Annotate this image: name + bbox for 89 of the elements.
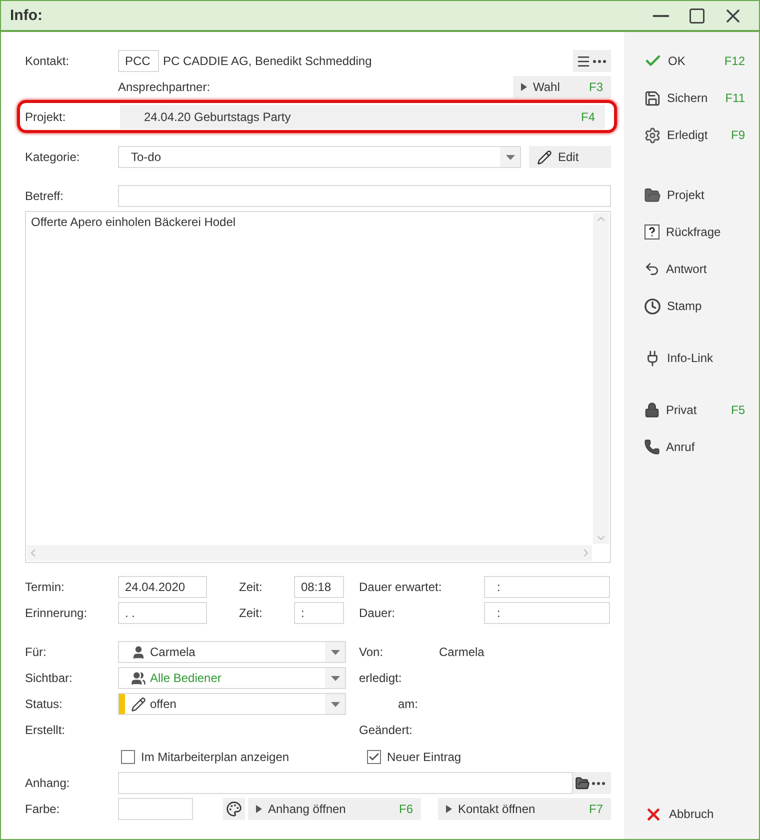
folder-icon	[575, 776, 590, 790]
field-label: Zeit:	[239, 580, 264, 594]
sidebar-button[interactable]: Sichern F11	[644, 87, 745, 109]
choose-button[interactable]: Wahl F3	[513, 76, 611, 98]
field-label: Sichtbar:	[25, 671, 74, 685]
contact-name: PC CADDIE AG, Benedikt Schmedding	[163, 54, 372, 68]
field-label: am:	[397, 697, 420, 711]
sidebar-button[interactable]: Erledigt F9	[644, 124, 745, 146]
menu-icon	[576, 54, 591, 68]
window-title: Info:	[10, 7, 44, 24]
sidebar-button[interactable]: OK F12	[644, 50, 745, 72]
field-label: Für:	[25, 645, 48, 659]
duration-field[interactable]: :	[484, 602, 610, 624]
pencil-icon	[131, 696, 146, 712]
field-label: Geändert:	[359, 723, 414, 737]
user-select[interactable]: Carmela	[118, 641, 346, 663]
sidebar-button[interactable]: Privat F5	[644, 399, 745, 421]
ellipsis-icon	[593, 60, 606, 62]
color-field[interactable]	[118, 798, 193, 820]
field-label: Kategorie:	[25, 150, 81, 164]
checkbox[interactable]: Im Mitarbeiterplan anzeigen	[121, 750, 367, 764]
minimize-icon	[653, 14, 669, 16]
open-button[interactable]: Kontakt öffnen F7	[438, 798, 611, 820]
contact-code-field[interactable]: PCC	[118, 50, 159, 72]
sidebar-button[interactable]: Rückfrage	[644, 221, 745, 243]
field-label: Betreff:	[25, 189, 64, 203]
sidebar-button[interactable]: Stamp	[644, 295, 745, 317]
question-mark-icon	[644, 224, 660, 240]
category-select[interactable]: To-do	[118, 146, 521, 168]
lock-icon	[644, 402, 660, 418]
pencil-icon	[537, 150, 552, 164]
reply-icon	[644, 261, 660, 277]
field-label: Status:	[25, 697, 64, 711]
duration-field[interactable]: :	[484, 576, 610, 598]
field-label: Kontakt:	[25, 54, 70, 68]
gear-icon	[644, 126, 661, 144]
field-label: Zeit:	[239, 606, 264, 620]
caret-icon	[506, 154, 514, 160]
user-select[interactable]: Alle Bediener	[118, 667, 346, 689]
clock-icon	[644, 298, 661, 314]
vertical-scrollbar[interactable]	[593, 213, 609, 544]
sidebar-button[interactable]: Anruf	[644, 436, 745, 458]
save-icon	[644, 90, 661, 106]
folder-icon	[644, 186, 661, 204]
open-button[interactable]: Anhang öffnen F6	[248, 798, 421, 820]
menu-button[interactable]	[573, 50, 611, 72]
cancel-button[interactable]: Abbruch	[644, 803, 745, 825]
field-label: Dauer erwartet:	[359, 580, 443, 594]
sidebar-button[interactable]: Antwort	[644, 258, 745, 280]
checkbox[interactable]: Neuer Eintrag	[367, 750, 462, 764]
browse-button[interactable]	[573, 772, 611, 794]
maximize-icon	[688, 6, 706, 24]
check-icon	[368, 751, 380, 763]
attachment-field[interactable]	[118, 772, 573, 794]
caret-icon	[521, 83, 527, 91]
field-label: Projekt:	[25, 110, 67, 124]
contact-person-label: Ansprechpartner:	[118, 80, 210, 94]
people-icon	[131, 670, 146, 686]
person-icon	[131, 644, 146, 660]
date-field[interactable]: . .	[118, 602, 207, 624]
text-editor[interactable]: Offerte Apero einholen Bäckerei Hodel	[25, 211, 611, 563]
edit-button[interactable]: Edit	[529, 146, 611, 168]
caret-icon	[330, 676, 340, 680]
sidebar-button[interactable]: Info-Link	[644, 347, 745, 369]
caret-icon	[256, 804, 262, 812]
palette-button[interactable]	[223, 798, 245, 820]
field-label: Von:	[359, 645, 384, 659]
field-label: Erstellt:	[25, 723, 66, 737]
time-field[interactable]: :	[294, 602, 344, 624]
sidebar-button[interactable]: Projekt	[644, 184, 745, 206]
phone-icon	[644, 439, 660, 455]
project-field[interactable]: 24.04.20 Geburtstags Party F4	[120, 104, 605, 128]
caret-icon	[330, 702, 340, 706]
field-label: Anhang:	[25, 776, 71, 790]
field-label: Termin:	[25, 580, 66, 594]
date-field[interactable]: 24.04.2020	[118, 576, 207, 598]
field-label: Erinnerung:	[25, 606, 88, 620]
subject-field[interactable]	[118, 185, 611, 207]
field-label: Dauer:	[359, 606, 396, 620]
field-label: erledigt:	[359, 671, 403, 685]
caret-icon	[446, 804, 452, 812]
palette-icon	[226, 800, 242, 816]
horizontal-scrollbar[interactable]	[27, 545, 592, 561]
ellipsis-icon	[592, 782, 605, 784]
field-value: Carmela	[439, 645, 486, 659]
caret-icon	[330, 650, 340, 654]
status-select[interactable]: offen	[118, 693, 346, 715]
time-field[interactable]: 08:18	[294, 576, 344, 598]
field-label: Farbe:	[25, 802, 61, 816]
